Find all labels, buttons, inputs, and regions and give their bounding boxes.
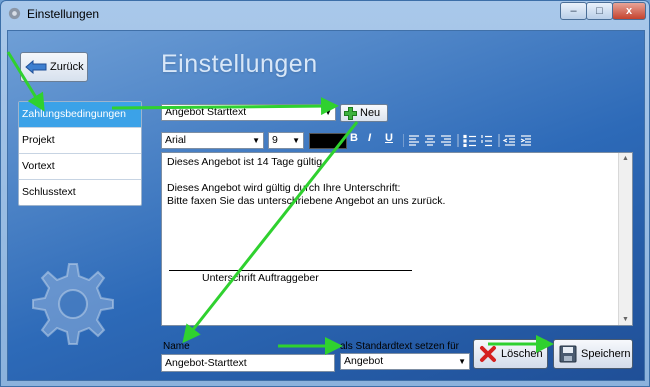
scroll-down-icon[interactable]: ▼ [622,316,629,323]
formatting-toolbar: Arial ▼ 9 ▼ B I U [161,132,591,150]
font-family-select[interactable]: Arial ▼ [161,132,264,149]
minimize-button[interactable]: – [560,2,587,20]
gear-icon [32,263,114,345]
template-select[interactable]: Angebot Starttext ▼ [161,104,336,121]
font-size-value: 9 [272,134,278,146]
align-left-icon [409,135,419,146]
font-family-value: Arial [165,134,187,146]
back-button-label: Zurück [50,61,84,73]
bold-button[interactable]: B [350,132,358,144]
align-right-icon [441,135,451,146]
chevron-down-icon: ▼ [252,136,260,145]
editor-line-3: Dieses Angebot wird gültig durch Ihre Un… [167,182,401,194]
font-size-select[interactable]: 9 ▼ [268,132,304,149]
new-button-label: Neu [360,107,381,119]
template-select-value: Angebot Starttext [165,106,247,118]
nav-item-projekt[interactable]: Projekt [19,128,141,154]
signature-line [169,270,412,271]
signature-label: Unterschrift Auftraggeber [202,272,319,284]
save-button[interactable]: Speichern [553,339,633,369]
settings-app-icon [8,7,21,20]
window-title: Einstellungen [27,7,100,21]
back-button[interactable]: Zurück [20,52,88,82]
new-template-button[interactable]: Neu [340,104,388,122]
editor-scrollbar[interactable]: ▲ ▼ [618,153,632,325]
bullet-list-icon [463,134,476,147]
increase-indent-icon [520,135,531,146]
close-button[interactable]: x [612,2,646,20]
align-center-icon [425,135,435,146]
default-for-select[interactable]: Angebot ▼ [340,353,470,370]
name-input[interactable]: Angebot-Starttext [161,354,335,372]
nav-item-schlusstext[interactable]: Schlusstext [19,180,141,205]
name-label: Name [163,341,190,352]
nav-item-zahlungsbedingungen[interactable]: Zahlungsbedingungen [19,102,141,128]
rich-text-editor[interactable]: Dieses Angebot ist 14 Tage gültig Dieses… [161,152,633,326]
delete-button-label: Löschen [501,348,543,360]
decrease-indent-icon [502,135,515,146]
arrow-left-icon [25,60,47,74]
settings-nav-list: Zahlungsbedingungen Projekt Vortext Schl… [18,101,142,206]
scroll-up-icon[interactable]: ▲ [622,155,629,162]
chevron-down-icon: ▼ [292,136,300,145]
title-bar[interactable]: Einstellungen – □ x [1,1,649,27]
chevron-down-icon: ▼ [458,357,466,366]
default-for-value: Angebot [344,355,384,367]
italic-button[interactable]: I [368,132,371,144]
delete-button[interactable]: Löschen [473,339,548,369]
floppy-disk-icon [559,345,577,363]
font-color-picker[interactable] [309,133,347,149]
plus-icon [344,106,357,120]
save-button-label: Speichern [581,348,631,360]
numbered-list-icon [481,135,492,147]
page-title: Einstellungen [161,50,318,78]
nav-item-vortext[interactable]: Vortext [19,154,141,180]
settings-panel: Zurück Einstellungen Zahlungsbedingungen… [7,30,645,381]
application-window: Einstellungen – □ x Zurück Einstellungen… [0,0,650,387]
alignment-list-toolbar-icons [403,134,531,147]
delete-x-icon [480,346,496,362]
maximize-button[interactable]: □ [586,2,613,20]
underline-button[interactable]: U [385,132,393,144]
default-for-label: als Standardtext setzen für [340,341,459,352]
editor-line-4: Bitte faxen Sie das unterschriebene Ange… [167,195,446,207]
chevron-down-icon: ▼ [324,108,332,117]
editor-line-1: Dieses Angebot ist 14 Tage gültig [167,156,323,168]
